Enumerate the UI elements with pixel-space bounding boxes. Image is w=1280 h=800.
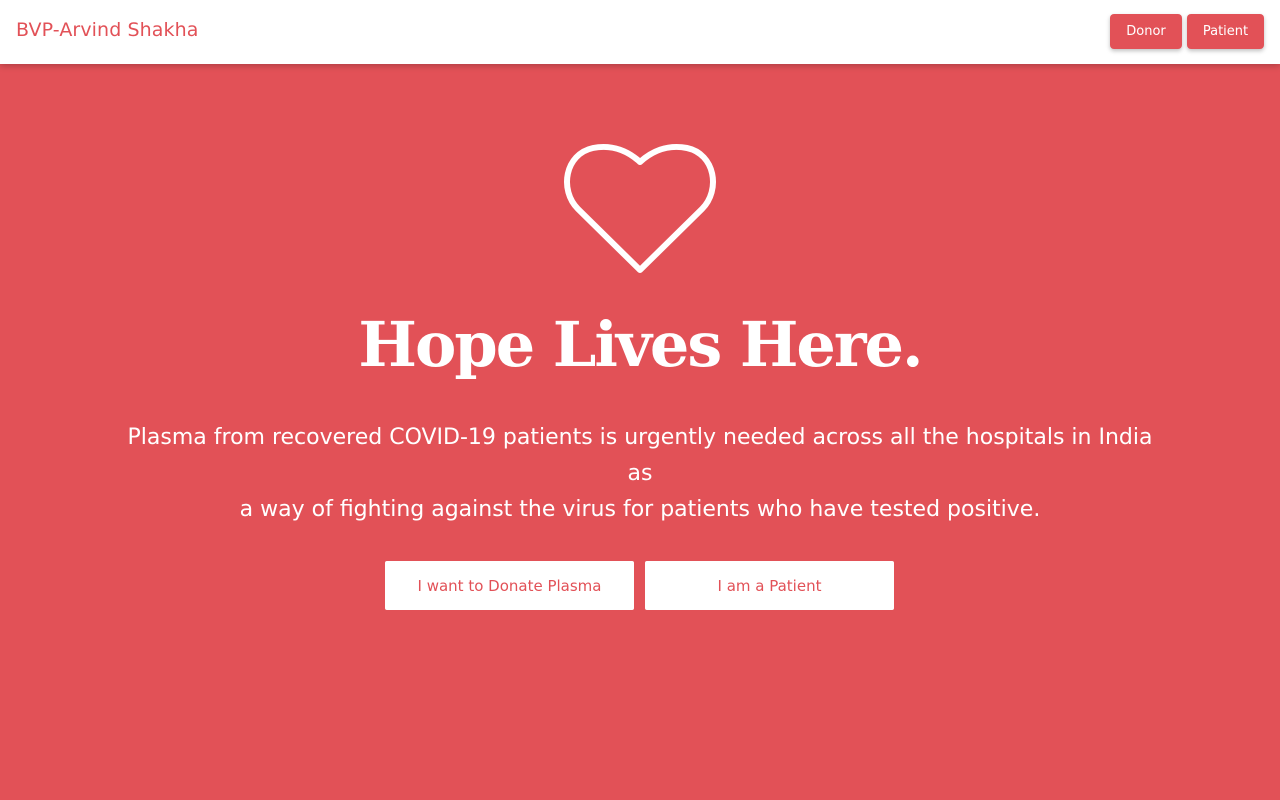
- hero-description-line: as: [627, 461, 653, 486]
- hero-description-line: a way of fighting against the virus for …: [239, 497, 1041, 522]
- heart-outline-icon: [564, 144, 716, 273]
- top-navbar: BVP-Arvind Shakha Donor Patient: [0, 0, 1280, 64]
- patient-nav-button[interactable]: Patient: [1187, 14, 1264, 49]
- donor-nav-button[interactable]: Donor: [1110, 14, 1182, 49]
- hero-description: Plasma from recovered COVID-19 patients …: [120, 420, 1160, 528]
- hero-description-line: Plasma from recovered COVID-19 patients …: [127, 425, 1153, 450]
- hero-headline: Hope Lives Here.: [358, 308, 923, 381]
- brand-logo-text[interactable]: BVP-Arvind Shakha: [16, 19, 199, 41]
- patient-cta-button[interactable]: I am a Patient: [645, 561, 894, 610]
- donate-plasma-button[interactable]: I want to Donate Plasma: [385, 561, 634, 610]
